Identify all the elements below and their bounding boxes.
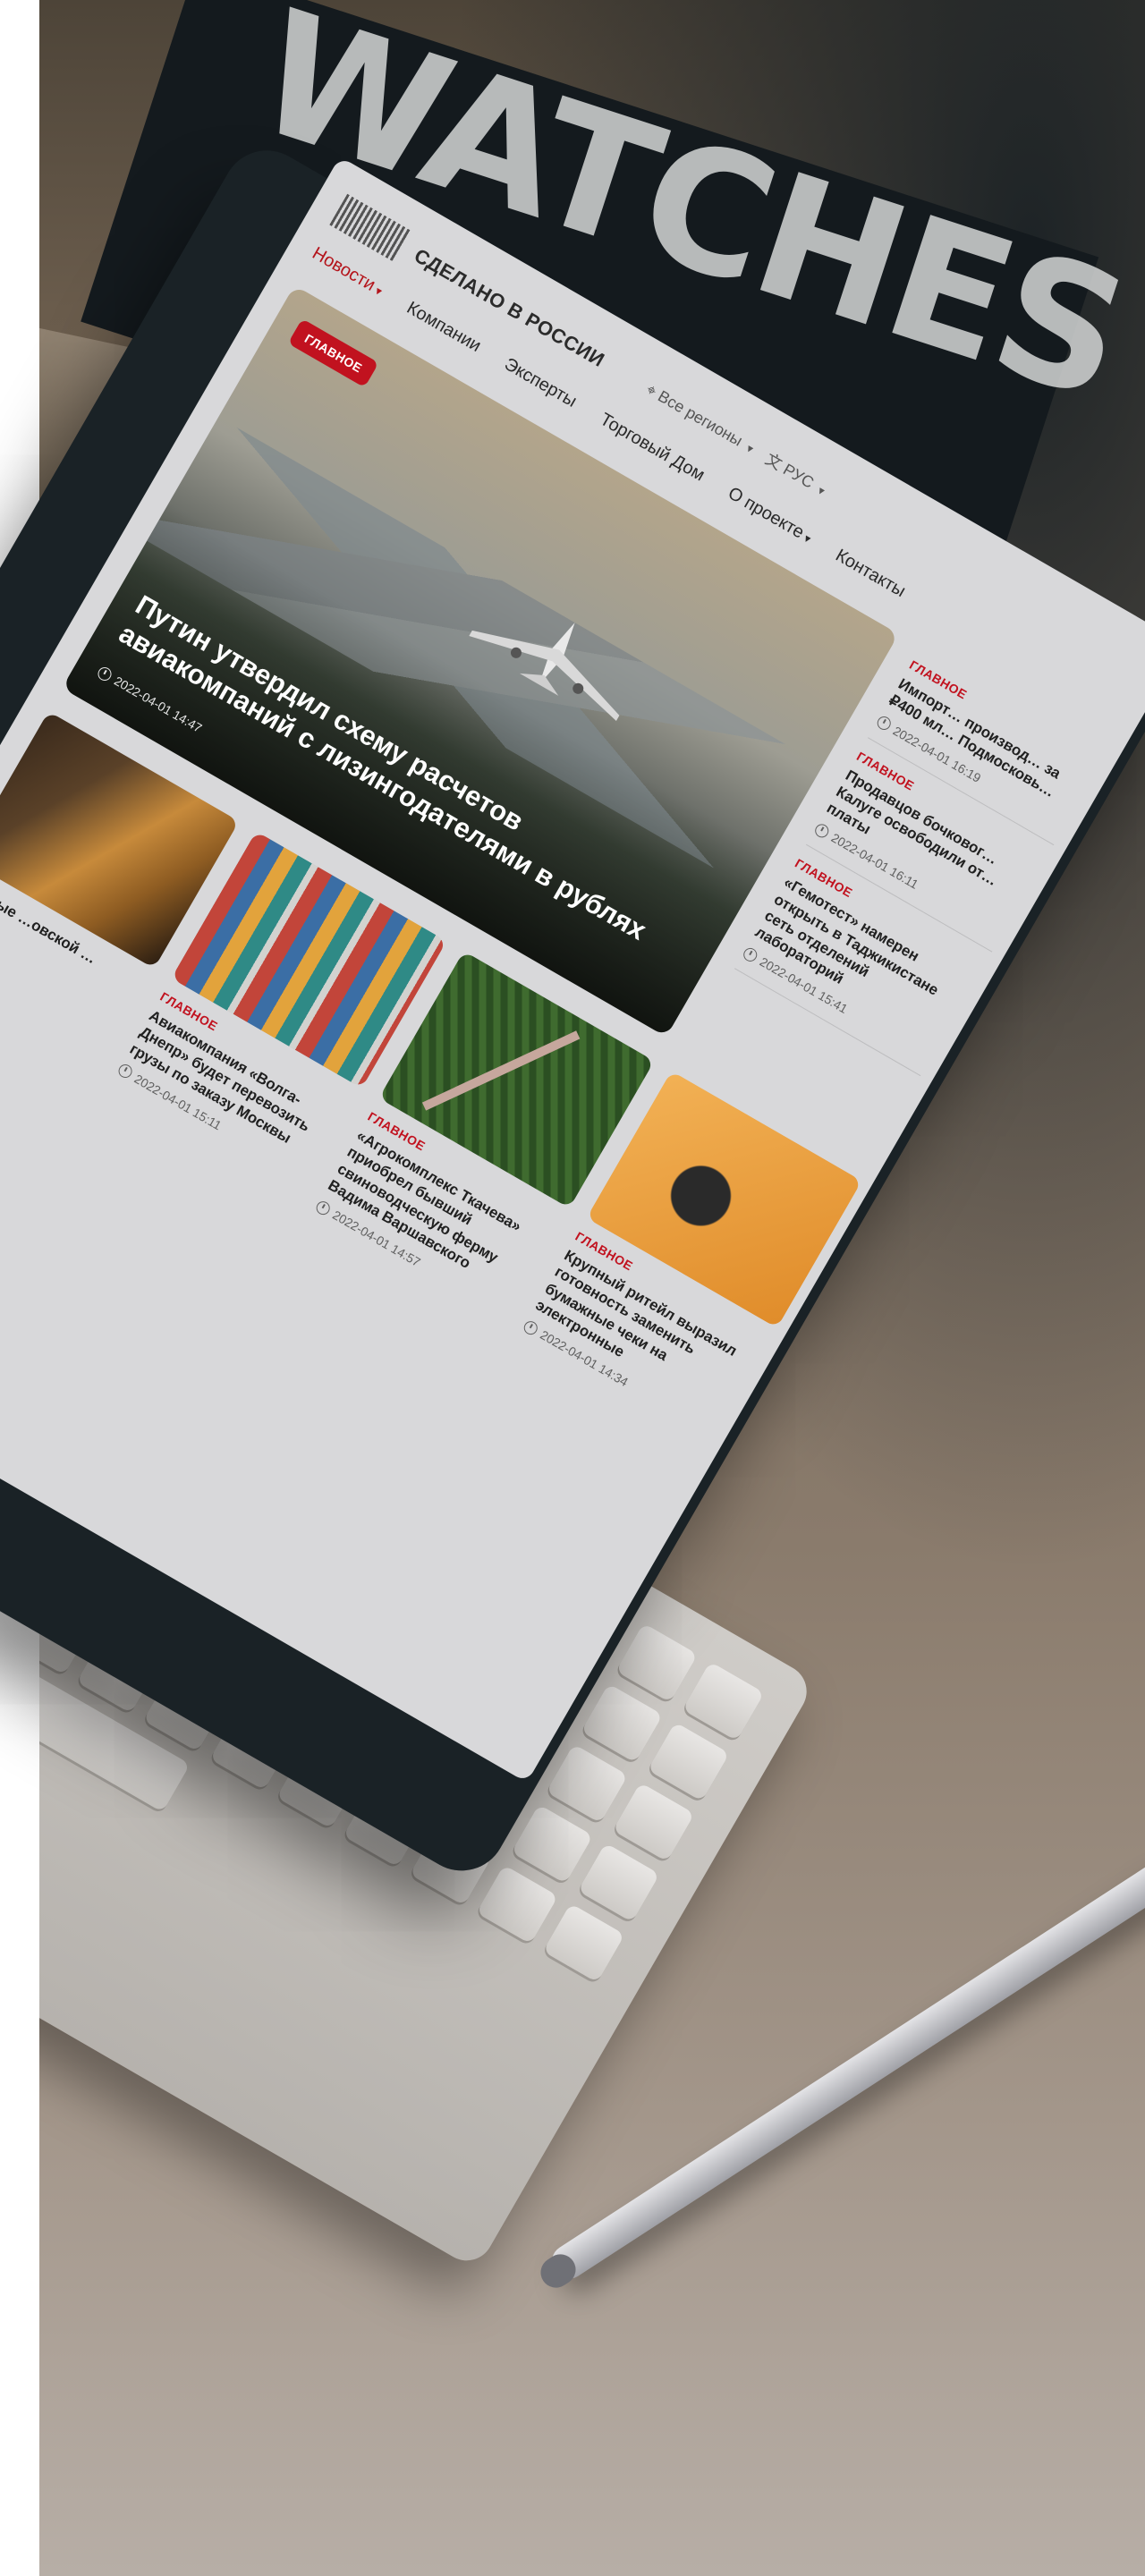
language-label: РУС [780, 460, 818, 492]
clock-icon [874, 714, 894, 733]
language-selector[interactable]: 文 РУС ▾ [761, 447, 831, 501]
clock-icon [522, 1318, 540, 1337]
keyboard-key [444, 1766, 527, 1845]
region-label: Все регионы [655, 386, 746, 450]
chevron-down-icon: ▾ [802, 530, 814, 547]
keyboard-key [647, 1722, 730, 1801]
site-logo-icon[interactable] [329, 193, 411, 262]
keyboard-key [615, 1623, 699, 1703]
keyboard-key [546, 1743, 629, 1824]
chevron-down-icon: ▾ [744, 440, 757, 456]
keyboard-key [577, 1843, 660, 1922]
clock-icon [314, 1198, 333, 1217]
keyboard-key [209, 1710, 293, 1791]
chevron-down-icon: ▾ [815, 483, 827, 498]
keyboard-key [476, 1864, 559, 1945]
chevron-down-icon: ▾ [372, 284, 385, 299]
translate-icon: 文 [762, 450, 785, 474]
keyboard-key [581, 1683, 664, 1763]
clock-icon [115, 1062, 135, 1081]
keyboard-key [542, 1902, 625, 1983]
keyboard-key [682, 1661, 765, 1741]
keyboard-key [310, 1689, 394, 1768]
hero-badge: ГЛАВНОЕ [287, 318, 379, 388]
keyboard-key [111, 1573, 194, 1653]
keyboard-key [511, 1804, 594, 1884]
keyboard-key [45, 1535, 127, 1614]
keyboard-key [276, 1749, 359, 1829]
clock-icon [812, 821, 832, 840]
keyboard-key [76, 1633, 159, 1714]
clock-icon [741, 945, 760, 964]
keyboard-key [377, 1727, 461, 1807]
keyboard-key [178, 1612, 260, 1691]
keyboard-key [612, 1782, 695, 1862]
keyboard-key [409, 1826, 492, 1906]
keyboard-key [143, 1672, 225, 1752]
panel-curve [0, 0, 39, 304]
keyboard-key [343, 1787, 426, 1868]
keyboard-key [244, 1650, 327, 1730]
